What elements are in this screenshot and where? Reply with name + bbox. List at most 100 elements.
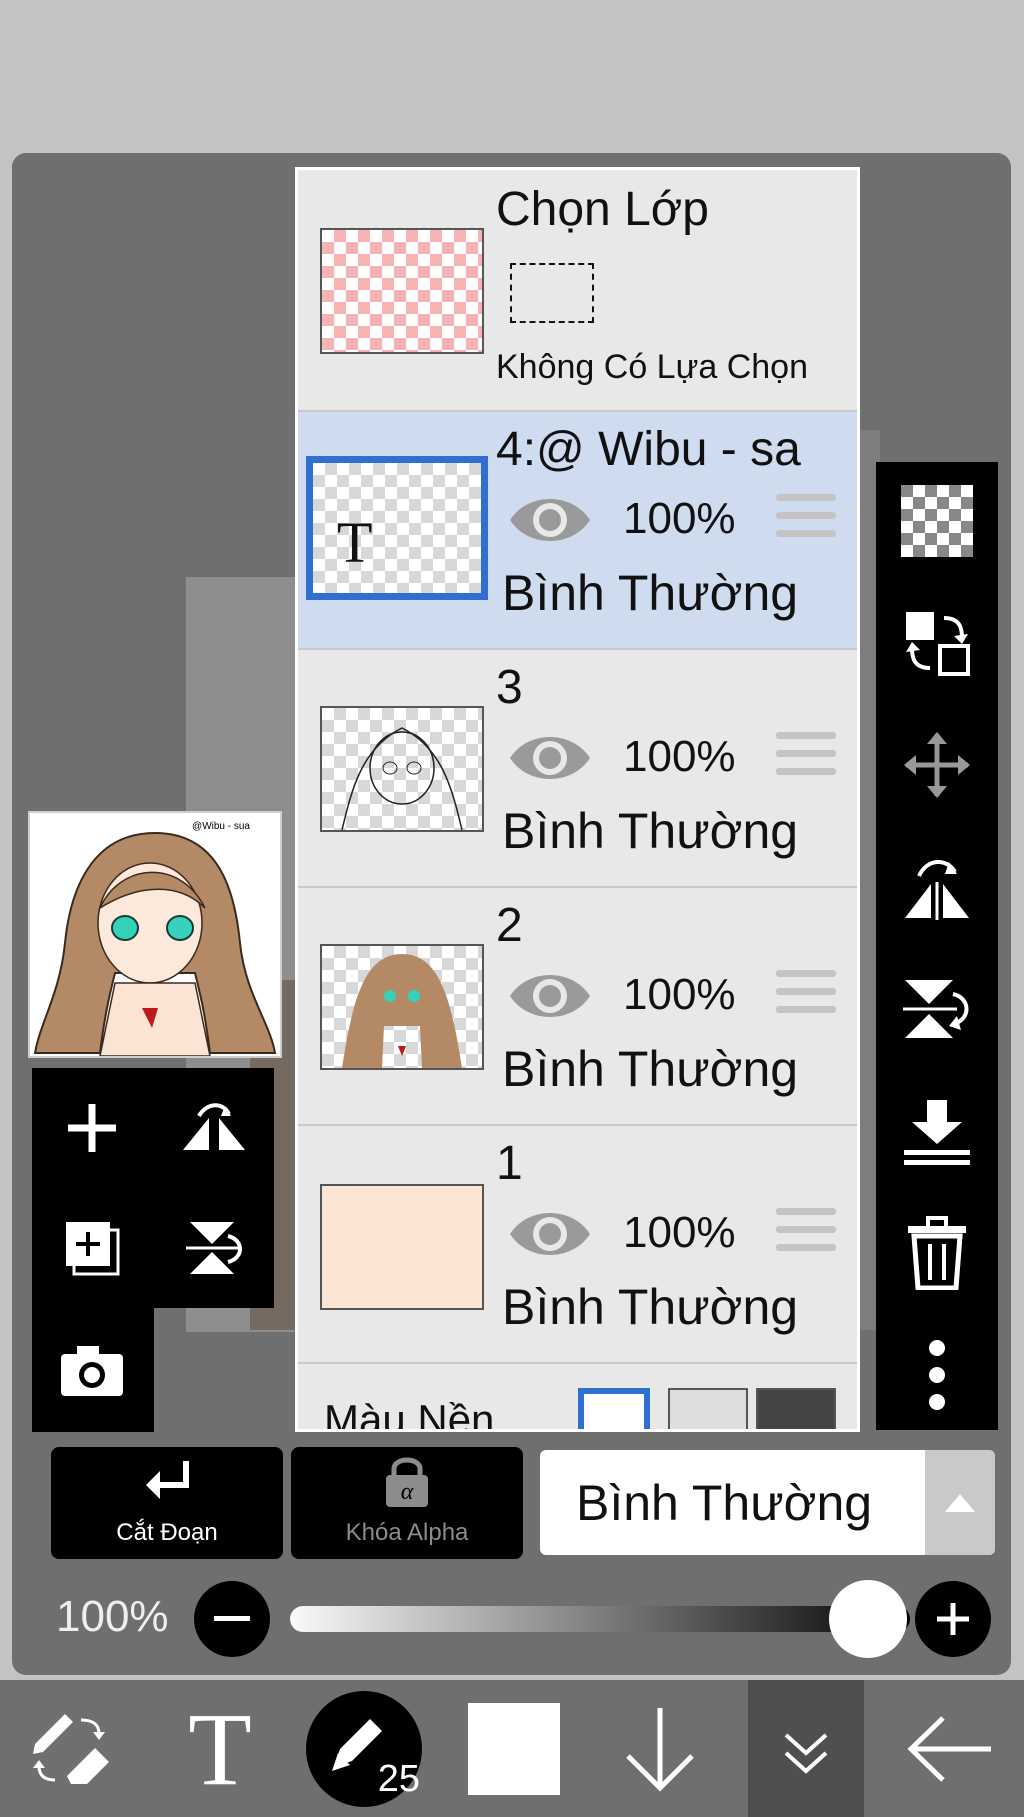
more-options-button[interactable] xyxy=(876,1316,998,1434)
arrow-down-icon xyxy=(626,1707,694,1792)
opacity-label: 100% xyxy=(56,1592,169,1641)
layer-name: 4:@ Wibu - sa xyxy=(496,423,801,476)
layer-blend-mode: Bình Thường xyxy=(502,1041,799,1097)
blend-mode-dropdown-arrow[interactable] xyxy=(925,1450,995,1555)
close-layer-panel-button[interactable] xyxy=(748,1680,864,1817)
layer-row-4[interactable]: T 4:@ Wibu - sa 100% Bình Thường xyxy=(298,412,857,650)
background-dark-option[interactable] xyxy=(756,1388,836,1429)
layer-row-1[interactable]: 1 100% Bình Thường xyxy=(298,1126,857,1364)
add-layer-button[interactable] xyxy=(32,1068,152,1188)
lock-icon: α xyxy=(386,1457,428,1507)
duplicate-layer-button[interactable] xyxy=(32,1188,152,1308)
layer-name: 2 xyxy=(496,899,523,952)
move-layer-button[interactable] xyxy=(876,706,998,824)
back-button[interactable] xyxy=(890,1680,1010,1817)
alpha-lock-button[interactable]: α Khóa Alpha xyxy=(291,1447,523,1559)
layer-thumbnail xyxy=(320,706,484,832)
layer-blend-mode: Bình Thường xyxy=(502,803,799,859)
trash-icon xyxy=(908,1216,966,1290)
layer-tools-bar xyxy=(876,462,998,1430)
flip-vertical-icon xyxy=(903,980,969,1038)
flip-horizontal-button[interactable] xyxy=(876,828,998,946)
color-swatch-button[interactable] xyxy=(464,1680,564,1817)
drag-handle-icon[interactable] xyxy=(776,494,836,548)
layer-name: 1 xyxy=(496,1137,523,1190)
camera-button[interactable] xyxy=(32,1310,152,1430)
bottom-toolbar: T 25 xyxy=(0,1680,1024,1817)
current-color-swatch xyxy=(468,1702,560,1795)
flip-vertical-button[interactable] xyxy=(876,950,998,1068)
blend-mode-select[interactable]: Bình Thường xyxy=(540,1450,995,1555)
background-transparent-option[interactable] xyxy=(668,1388,748,1429)
background-label: Màu Nền xyxy=(324,1396,495,1432)
selection-status: Không Có Lựa Chọn xyxy=(496,348,808,386)
arrow-left-icon xyxy=(907,1715,991,1782)
double-chevron-down-icon xyxy=(784,1733,828,1774)
layer-down-button[interactable] xyxy=(610,1680,710,1817)
selection-layer-title: Chọn Lớp xyxy=(496,183,709,236)
layers-list[interactable]: Chọn Lớp Không Có Lựa Chọn T 4:@ Wibu - … xyxy=(295,167,860,1432)
swap-layer-button[interactable] xyxy=(876,584,998,702)
delete-layer-button[interactable] xyxy=(876,1194,998,1312)
visibility-eye-icon[interactable] xyxy=(508,1206,592,1267)
alpha-lock-label: Khóa Alpha xyxy=(345,1519,469,1546)
merge-down-icon xyxy=(904,1100,970,1165)
layer-opacity: 100% xyxy=(623,732,736,781)
layer-thumbnail: T xyxy=(306,456,488,600)
blend-mode-value: Bình Thường xyxy=(576,1475,873,1531)
preview-signature: @Wibu - sua xyxy=(192,821,250,832)
drag-handle-icon[interactable] xyxy=(776,1208,836,1262)
plus-icon xyxy=(937,1603,969,1635)
canvas-preview[interactable]: @Wibu - sua xyxy=(28,811,282,1058)
layer-opacity: 100% xyxy=(623,494,736,543)
brush-size-value: 25 xyxy=(377,1757,420,1800)
camera-icon xyxy=(61,1346,123,1396)
more-vertical-icon xyxy=(929,1340,945,1410)
flip-layer-vertical-button[interactable] xyxy=(154,1188,274,1308)
clipping-label: Cắt Đoạn xyxy=(116,1519,218,1546)
visibility-eye-icon[interactable] xyxy=(508,968,592,1029)
layer-opacity: 100% xyxy=(623,970,736,1019)
svg-text:T: T xyxy=(188,1704,252,1794)
pen-eraser-toggle-button[interactable] xyxy=(10,1680,130,1817)
layer-name: 3 xyxy=(496,661,523,714)
drag-handle-icon[interactable] xyxy=(776,732,836,786)
move-icon xyxy=(904,732,970,798)
flip-vertical-icon xyxy=(186,1222,242,1274)
minus-icon xyxy=(214,1616,250,1621)
flip-layer-horizontal-button[interactable] xyxy=(154,1068,274,1188)
opacity-slider-track[interactable] xyxy=(290,1606,910,1632)
background-color-row[interactable]: Màu Nền xyxy=(298,1374,857,1432)
brush-size-button[interactable]: 25 xyxy=(306,1680,422,1817)
transparent-fill-button[interactable] xyxy=(876,462,998,580)
text-layer-glyph: T xyxy=(337,510,373,575)
layer-blend-mode: Bình Thường xyxy=(502,1279,799,1335)
layer-thumbnail xyxy=(320,944,484,1070)
flip-horizontal-icon xyxy=(183,1103,245,1150)
preview-artwork xyxy=(33,831,277,1057)
checker-icon xyxy=(901,485,973,557)
flip-horizontal-icon xyxy=(905,860,969,920)
selection-layer-thumbnail xyxy=(320,228,484,354)
clipping-button[interactable]: Cắt Đoạn xyxy=(51,1447,283,1559)
pen-eraser-swap-icon xyxy=(33,1713,109,1784)
visibility-eye-icon[interactable] xyxy=(508,492,592,553)
selection-layer-row[interactable]: Chọn Lớp Không Có Lựa Chọn xyxy=(298,170,857,412)
triangle-up-icon xyxy=(945,1494,975,1512)
drag-handle-icon[interactable] xyxy=(776,970,836,1024)
layer-blend-mode: Bình Thường xyxy=(502,565,799,621)
opacity-decrease-button[interactable] xyxy=(194,1581,270,1657)
swap-icon xyxy=(906,612,970,676)
opacity-increase-button[interactable] xyxy=(915,1581,991,1657)
opacity-slider-knob[interactable] xyxy=(829,1580,907,1658)
layer-row-2[interactable]: 2 100% Bình Thường xyxy=(298,888,857,1126)
visibility-eye-icon[interactable] xyxy=(508,730,592,791)
clipping-arrow-icon xyxy=(146,1461,189,1499)
layer-thumbnail xyxy=(320,1184,484,1310)
background-white-option[interactable] xyxy=(578,1388,650,1429)
layer-row-3[interactable]: 3 100% Bình Thường xyxy=(298,650,857,888)
duplicate-icon xyxy=(66,1222,120,1276)
text-tool-button[interactable]: T xyxy=(160,1680,280,1817)
layer-opacity: 100% xyxy=(623,1208,736,1257)
merge-down-button[interactable] xyxy=(876,1072,998,1190)
